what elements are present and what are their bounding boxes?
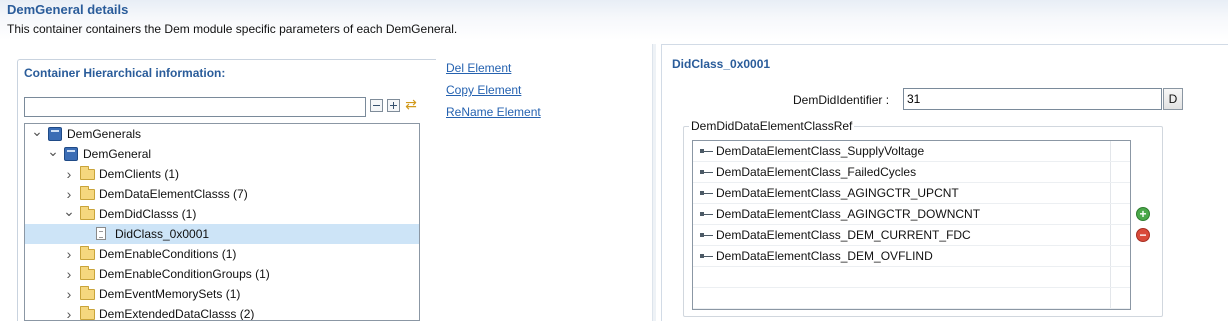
ref-item-label: DemDataElementClass_SupplyVoltage bbox=[716, 144, 925, 158]
folder-icon bbox=[80, 306, 95, 320]
list-item[interactable]: DemDataElementClass_AGINGCTR_DOWNCNT bbox=[693, 204, 1130, 225]
hierarchy-title: Container Hierarchical information: bbox=[24, 66, 226, 80]
refs-group-title: DemDidDataElementClassRef bbox=[689, 119, 855, 133]
chevron-right-icon[interactable]: › bbox=[63, 164, 75, 184]
tree-item-label: DemEventMemorySets (1) bbox=[99, 287, 241, 301]
folder-icon bbox=[80, 166, 95, 180]
reference-icon bbox=[700, 253, 713, 260]
chevron-right-icon[interactable]: › bbox=[63, 184, 75, 204]
hierarchy-tree[interactable]: ⌄ DemGenerals ⌄ DemGeneral › DemClients (1) › D… bbox=[24, 123, 420, 321]
chevron-right-icon[interactable]: › bbox=[63, 244, 75, 264]
reference-icon bbox=[700, 148, 713, 155]
database-icon bbox=[64, 147, 78, 161]
chevron-down-icon[interactable]: ⌄ bbox=[47, 144, 59, 158]
remove-ref-icon[interactable]: − bbox=[1136, 228, 1150, 242]
tree-item-label: DidClass_0x0001 bbox=[115, 227, 210, 241]
folder-icon bbox=[80, 286, 95, 300]
dem-did-identifier-label: DemDidIdentifier : bbox=[793, 93, 890, 107]
chevron-right-icon[interactable]: › bbox=[63, 264, 75, 284]
page-description: This container containers the Dem module… bbox=[7, 22, 458, 36]
copy-element-link[interactable]: Copy Element bbox=[446, 83, 521, 97]
rename-element-link[interactable]: ReName Element bbox=[446, 105, 541, 119]
chevron-down-icon[interactable]: ⌄ bbox=[63, 204, 75, 218]
tree-item[interactable]: › DemExtendedDataClasss (2) bbox=[25, 304, 419, 321]
chevron-down-icon[interactable]: ⌄ bbox=[31, 124, 43, 138]
tree-item[interactable]: › DemEnableConditions (1) bbox=[25, 244, 419, 264]
ref-item-label: DemDataElementClass_DEM_OVFLIND bbox=[716, 249, 933, 263]
expand-all-icon[interactable] bbox=[387, 99, 400, 112]
tree-item[interactable]: › DemDataElementClasss (7) bbox=[25, 184, 419, 204]
dem-did-identifier-input[interactable] bbox=[903, 88, 1162, 110]
reference-icon bbox=[700, 190, 713, 197]
tree-item[interactable]: ⌄ DemGenerals bbox=[25, 124, 419, 144]
chevron-right-icon[interactable]: › bbox=[63, 304, 75, 320]
link-sync-icon[interactable]: ⇄ bbox=[403, 96, 419, 113]
reference-icon bbox=[700, 211, 713, 218]
tree-item-label: DemDidClasss (1) bbox=[99, 207, 197, 221]
tree-item[interactable]: ⌄ DemGeneral bbox=[25, 144, 419, 164]
ref-item-label: DemDataElementClass_AGINGCTR_UPCNT bbox=[716, 186, 959, 200]
reference-icon bbox=[700, 232, 713, 239]
tree-item[interactable]: › DemClients (1) bbox=[25, 164, 419, 184]
list-item[interactable] bbox=[693, 267, 1130, 288]
refs-list[interactable]: DemDataElementClass_SupplyVoltage DemData… bbox=[692, 140, 1131, 310]
list-item[interactable]: DemDataElementClass_FailedCycles bbox=[693, 162, 1130, 183]
tree-item-label: DemGeneral bbox=[83, 147, 152, 161]
tree-item[interactable]: › DemEnableConditionGroups (1) bbox=[25, 264, 419, 284]
tree-item-label: DemGenerals bbox=[67, 127, 142, 141]
del-element-link[interactable]: Del Element bbox=[446, 61, 511, 75]
ref-item-label: DemDataElementClass_AGINGCTR_DOWNCNT bbox=[716, 207, 981, 221]
list-item[interactable]: DemDataElementClass_AGINGCTR_UPCNT bbox=[693, 183, 1130, 204]
list-item[interactable]: DemDataElementClass_SupplyVoltage bbox=[693, 141, 1130, 162]
tree-item-label: DemClients (1) bbox=[99, 167, 180, 181]
folder-icon bbox=[80, 266, 95, 280]
folder-icon bbox=[80, 186, 95, 200]
folder-icon bbox=[80, 246, 95, 260]
tree-filter-input[interactable] bbox=[24, 97, 366, 117]
pane-divider[interactable] bbox=[652, 44, 656, 321]
file-icon bbox=[96, 227, 106, 240]
reference-icon bbox=[700, 169, 713, 176]
database-icon bbox=[48, 127, 62, 141]
list-item[interactable]: DemDataElementClass_DEM_CURRENT_FDC bbox=[693, 225, 1130, 246]
identifier-d-button[interactable]: D bbox=[1163, 88, 1183, 110]
chevron-right-icon[interactable]: › bbox=[63, 284, 75, 304]
tree-item-label: DemEnableConditionGroups (1) bbox=[99, 267, 270, 281]
ref-item-label: DemDataElementClass_DEM_CURRENT_FDC bbox=[716, 228, 971, 242]
add-ref-icon[interactable]: + bbox=[1136, 207, 1150, 221]
page-title: DemGeneral details bbox=[7, 2, 129, 17]
folder-icon bbox=[80, 206, 95, 220]
tree-item-label: DemEnableConditions (1) bbox=[99, 247, 237, 261]
list-item[interactable]: DemDataElementClass_DEM_OVFLIND bbox=[693, 246, 1130, 267]
tree-item[interactable]: DidClass_0x0001 bbox=[25, 224, 419, 244]
tree-item[interactable]: ⌄ DemDidClasss (1) bbox=[25, 204, 419, 224]
ref-item-label: DemDataElementClass_FailedCycles bbox=[716, 165, 917, 179]
collapse-all-icon[interactable] bbox=[370, 99, 383, 112]
list-item[interactable] bbox=[693, 288, 1130, 309]
detail-title: DidClass_0x0001 bbox=[672, 57, 771, 71]
tree-item[interactable]: › DemEventMemorySets (1) bbox=[25, 284, 419, 304]
tree-item-label: DemDataElementClasss (7) bbox=[99, 187, 248, 201]
tree-item-label: DemExtendedDataClasss (2) bbox=[99, 307, 255, 321]
